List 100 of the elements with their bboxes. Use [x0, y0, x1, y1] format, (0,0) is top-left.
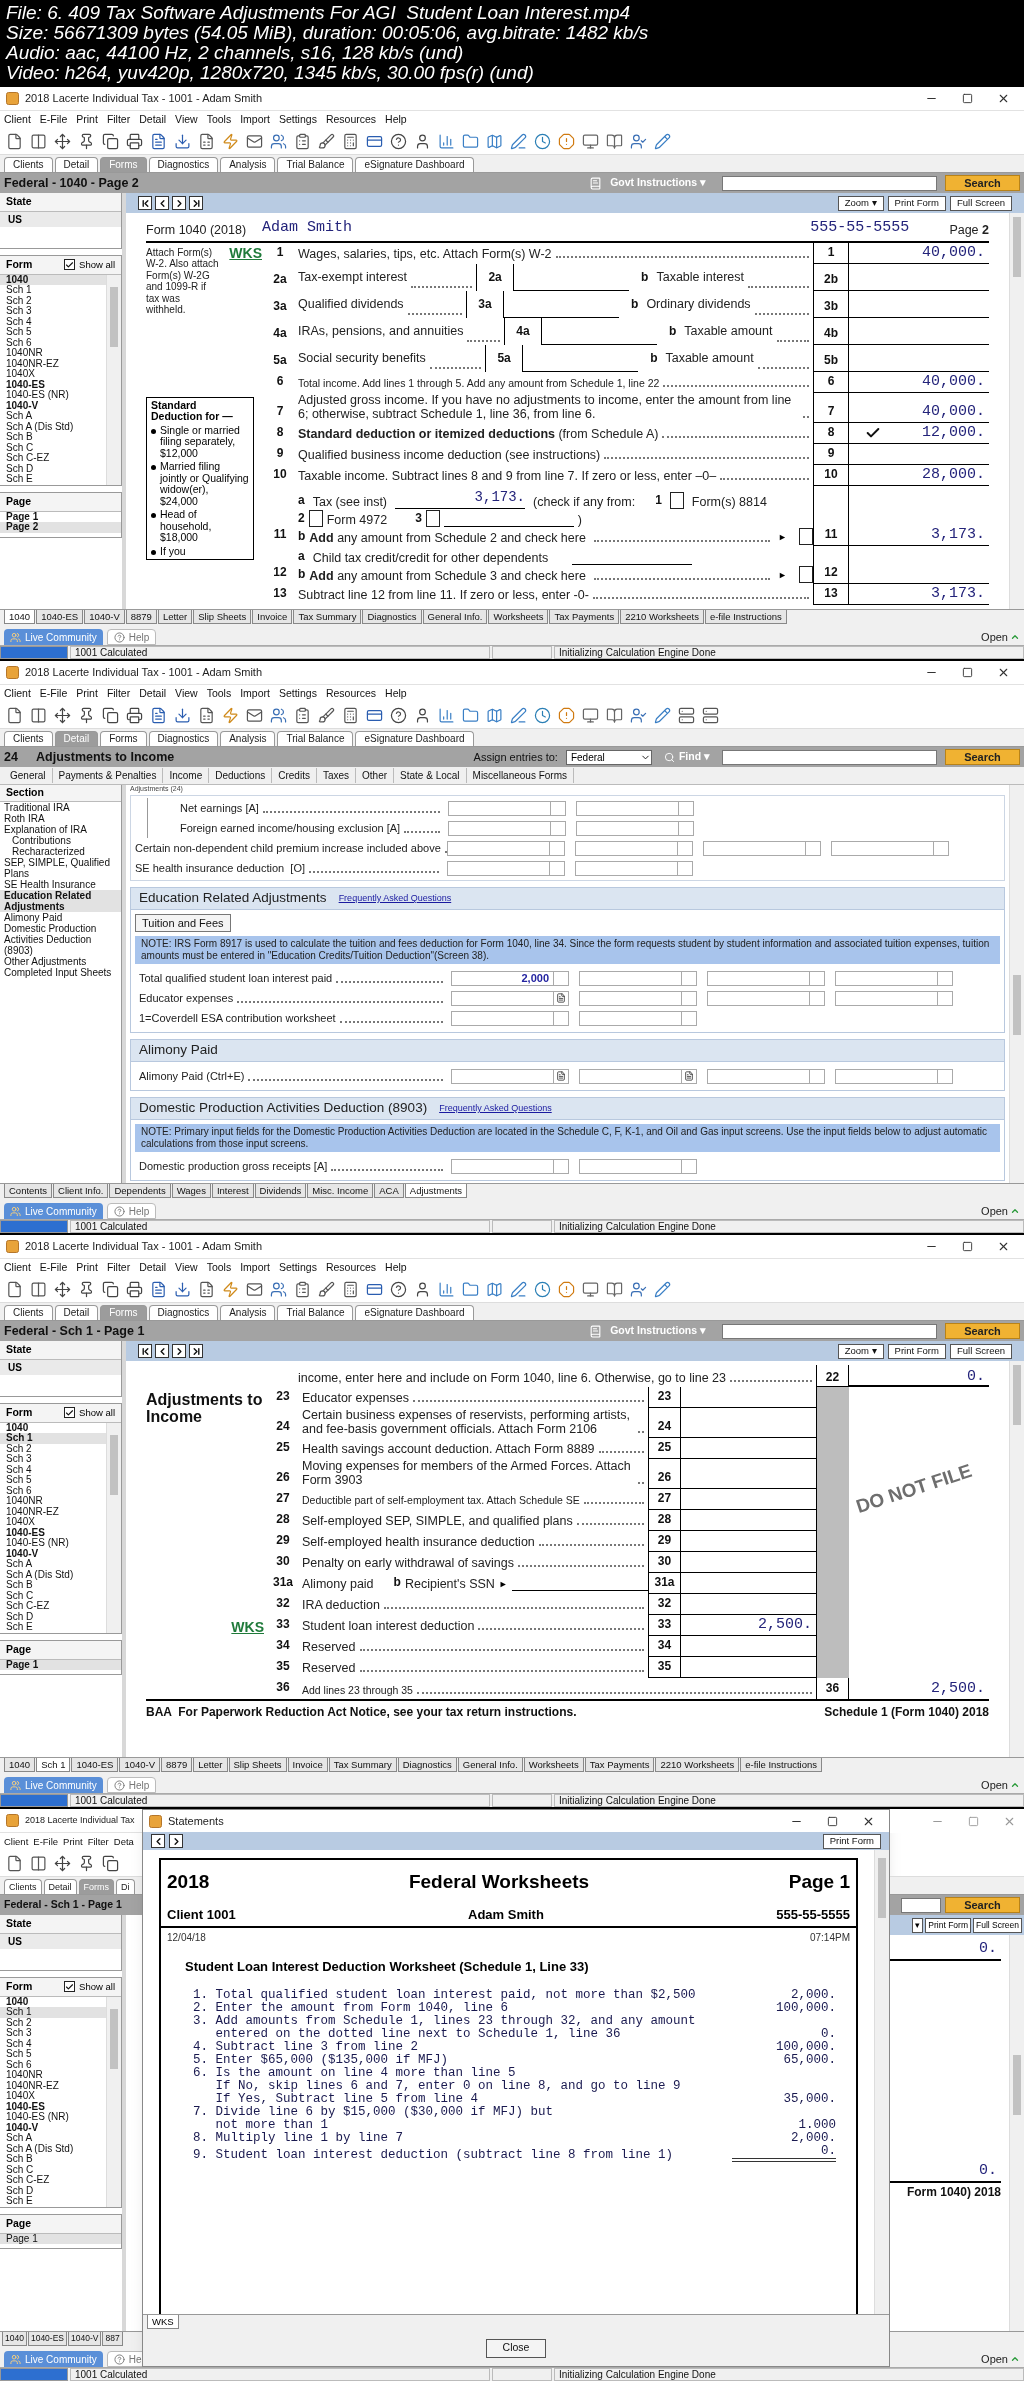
menu-item[interactable]: Print	[76, 686, 98, 702]
book-icon[interactable]	[606, 707, 623, 724]
form-list-item[interactable]: Sch A	[0, 411, 106, 422]
form-list-item[interactable]: 1040NR-EZ	[0, 2080, 106, 2092]
pin-icon[interactable]	[78, 707, 95, 724]
form-list-item[interactable]: Sch 4	[0, 2038, 106, 2050]
help-icon[interactable]	[390, 1281, 407, 1298]
tab[interactable]: Diagnostics	[148, 731, 219, 746]
close-button[interactable]: Close	[486, 2338, 546, 2358]
form-list-item[interactable]: Sch 5	[0, 327, 106, 338]
lightning-icon[interactable]	[222, 707, 239, 724]
form-list-item[interactable]: Sch 3	[0, 1454, 106, 1465]
map-icon[interactable]	[486, 133, 503, 150]
print-form-button[interactable]: Print Form	[925, 1917, 971, 1933]
page-icon[interactable]	[6, 707, 23, 724]
menu-item[interactable]: Settings	[278, 686, 317, 702]
spreadsheet-icon[interactable]	[198, 133, 215, 150]
user-check-icon[interactable]	[630, 133, 647, 150]
section-item[interactable]: Education Related Adjustments	[0, 889, 121, 912]
tab[interactable]: 1040-V	[119, 1758, 161, 1772]
input-field[interactable]	[451, 1068, 569, 1084]
menu-item[interactable]: Resources	[325, 112, 377, 128]
brush-icon[interactable]	[318, 133, 335, 150]
checkbox[interactable]	[425, 509, 440, 527]
maximize-icon[interactable]	[827, 1815, 838, 1827]
menu-item[interactable]: Deta	[113, 1834, 134, 1850]
tab[interactable]: Client Info.	[53, 1184, 109, 1198]
tab[interactable]: Forms	[100, 731, 147, 746]
input-field[interactable]	[835, 990, 953, 1006]
section-item[interactable]: Domestic Production Activities Deduction (8903)	[0, 922, 121, 956]
menu-item[interactable]: Import	[240, 686, 270, 702]
tab[interactable]: 8879	[161, 1758, 193, 1772]
tab[interactable]: General Info.	[422, 610, 488, 624]
form-list-item[interactable]: 1040NR	[0, 1496, 106, 1507]
form-list-item[interactable]: Sch 4	[0, 1464, 106, 1476]
tab[interactable]: Interest	[211, 1184, 254, 1198]
page-icon[interactable]	[6, 133, 23, 150]
brush-icon[interactable]	[318, 1281, 335, 1298]
clipboard-icon[interactable]	[294, 133, 311, 150]
form-list-item[interactable]: Sch 5	[0, 2049, 106, 2060]
previous-page-button[interactable]	[155, 196, 169, 210]
checkbox[interactable]	[64, 1407, 76, 1419]
full-screen-button[interactable]: Full Screen	[949, 1343, 1012, 1359]
tab[interactable]: Dependents	[109, 1184, 171, 1198]
open-button[interactable]: Open	[981, 1203, 1020, 1219]
previous-page-button[interactable]	[151, 1834, 165, 1848]
checkbox[interactable]	[64, 259, 76, 271]
page-list-item[interactable]: Page 1	[0, 511, 121, 522]
tab[interactable]: Clients	[4, 731, 53, 746]
scrollbar[interactable]	[106, 1422, 121, 1633]
menu-item[interactable]: Client	[4, 1260, 31, 1276]
people-icon[interactable]	[270, 133, 287, 150]
menu-item[interactable]: Help	[385, 1260, 407, 1276]
form-list-item[interactable]: 1040X	[0, 369, 106, 380]
tab[interactable]: Detail	[54, 1305, 99, 1320]
menu-item[interactable]: Filter	[87, 1834, 109, 1850]
bar-chart-icon[interactable]	[438, 707, 455, 724]
input-field[interactable]	[835, 970, 953, 986]
print-form-button[interactable]: Print Form	[822, 1833, 881, 1849]
category-tab[interactable]: Income	[163, 768, 210, 783]
menu-item[interactable]: Print	[63, 1834, 83, 1850]
clipboard-icon[interactable]	[294, 707, 311, 724]
search-field[interactable]	[901, 1897, 941, 1913]
tab[interactable]: 1040-V	[84, 610, 125, 624]
form-list-item[interactable]: 1040-ES	[0, 2101, 106, 2113]
print-form-button[interactable]: Print Form	[887, 1343, 946, 1359]
menu-item[interactable]: Settings	[278, 1260, 317, 1276]
document-icon[interactable]	[150, 133, 167, 150]
category-tab[interactable]: Taxes	[316, 768, 357, 783]
input-field[interactable]	[448, 820, 566, 836]
faq-link[interactable]: Frequently Asked Questions	[338, 891, 452, 906]
download-icon[interactable]	[174, 707, 191, 724]
form-list-item[interactable]: 1040-V	[0, 400, 106, 412]
form-list-item[interactable]: Sch 4	[0, 316, 106, 328]
menu-item[interactable]: Print	[76, 112, 98, 128]
form-list-item[interactable]: Sch E	[0, 2196, 106, 2207]
form-list-item[interactable]: 1040-ES (NR)	[0, 1538, 106, 1549]
category-tab[interactable]: General	[4, 768, 53, 783]
tab[interactable]: 2210 Worksheets	[655, 1758, 740, 1772]
printer-icon[interactable]	[126, 1281, 143, 1298]
tab[interactable]: Trial Balance	[277, 1305, 354, 1320]
scrollbar[interactable]	[1009, 785, 1024, 1183]
card-icon[interactable]	[366, 133, 383, 150]
clipboard-icon[interactable]	[294, 1281, 311, 1298]
form-list-item[interactable]: Sch 1	[0, 285, 106, 296]
form-list-item[interactable]: Sch A	[0, 2133, 106, 2144]
copy-icon[interactable]	[102, 1855, 119, 1872]
menu-item[interactable]: Filter	[106, 112, 131, 128]
form-list-item[interactable]: 1040-ES	[0, 379, 106, 391]
form-list-item[interactable]: Sch 2	[0, 2017, 106, 2029]
form-list-item[interactable]: 1040X	[0, 1517, 106, 1528]
clock-icon[interactable]	[534, 707, 551, 724]
form-list-item[interactable]: Sch C	[0, 2164, 106, 2176]
worksheet-link[interactable]: WKS	[229, 242, 262, 264]
form-list-item[interactable]: Sch 5	[0, 1475, 106, 1486]
input-field[interactable]	[579, 970, 697, 986]
form-list-item[interactable]: Sch 3	[0, 2028, 106, 2039]
tab[interactable]: 887	[102, 2332, 123, 2346]
bar-chart-icon[interactable]	[438, 1281, 455, 1298]
tab[interactable]: Sch 1	[36, 1758, 71, 1772]
